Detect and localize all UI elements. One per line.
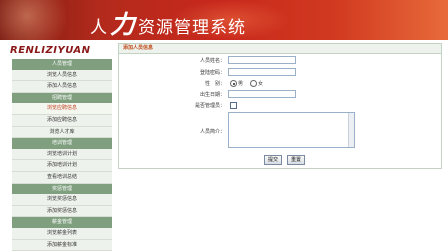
name-input[interactable]	[228, 56, 296, 64]
admin-checkbox[interactable]	[230, 102, 237, 109]
intro-scrollbar[interactable]	[348, 113, 354, 147]
birth-label: 出生日期：	[199, 92, 225, 98]
name-label: 人员姓名：	[199, 58, 225, 64]
gender-female-label: 女	[258, 81, 264, 87]
menu-item[interactable]: 添加人员信息	[12, 81, 112, 93]
intro-textarea[interactable]	[228, 112, 355, 148]
app-title: 人力 资源管理系统	[90, 5, 246, 40]
sidebar-menu: 人员管理 浏览人员信息 添加人员信息 招聘管理 浏览应聘信息 添加应聘信息 浏览人才库 培训管…	[10, 59, 113, 252]
sidebar: RENLIZIYUAN 人员管理 浏览人员信息 添加人员信息 招聘管理 浏览应聘信息 添加…	[10, 43, 113, 252]
menu-item[interactable]: 添加薪金标准	[12, 239, 112, 252]
menu-item[interactable]: 浏览培训计划	[12, 148, 112, 161]
menu-group-header: 薪金管理	[12, 217, 112, 228]
gender-female-radio[interactable]	[250, 80, 257, 87]
header-decoration	[0, 0, 90, 40]
menu-item[interactable]: 查看培训总结	[12, 171, 112, 184]
password-input[interactable]	[228, 68, 296, 76]
menu-item[interactable]: 浏览奖惩信息	[12, 194, 112, 206]
menu-group-header: 人员管理	[12, 59, 112, 70]
password-label: 登陆密码：	[199, 70, 225, 76]
menu-item[interactable]: 浏览应聘信息	[12, 103, 112, 115]
submit-button[interactable]: 提交	[264, 155, 283, 165]
gender-label: 性 别：	[204, 81, 225, 87]
app-title-prefix: 人	[90, 18, 108, 38]
add-person-panel: 添加人员信息 人员姓名： 登陆密码： 性 别： 男 女 出生日期： 是否管理员：…	[118, 43, 442, 169]
menu-group-header: 培训管理	[12, 138, 112, 149]
menu-item[interactable]: 浏览薪金列表	[12, 227, 112, 240]
menu-group-header: 招聘管理	[12, 92, 112, 104]
app-header: 人力 资源管理系统	[0, 0, 448, 40]
menu-item[interactable]: 添加培训计划	[12, 160, 112, 172]
menu-item[interactable]: 添加应聘信息	[12, 114, 112, 127]
birth-date-input[interactable]	[228, 90, 296, 98]
admin-label: 是否管理员：	[194, 103, 225, 109]
menu-item[interactable]: 浏览人才库	[12, 126, 112, 139]
gender-male-radio[interactable]	[230, 80, 237, 87]
menu-item[interactable]: 浏览人员信息	[12, 69, 112, 82]
reset-button[interactable]: 重置	[287, 155, 306, 165]
sidebar-logo: RENLIZIYUAN	[10, 45, 113, 57]
menu-group-header: 奖惩管理	[12, 183, 112, 195]
panel-heading: 添加人员信息	[119, 44, 441, 54]
app-title-emphasis: 力	[110, 10, 137, 39]
app-title-suffix: 资源管理系统	[138, 18, 247, 38]
intro-label: 人员简介：	[199, 129, 225, 135]
gender-male-label: 男	[238, 81, 244, 87]
menu-item[interactable]: 添加奖惩信息	[12, 205, 112, 218]
